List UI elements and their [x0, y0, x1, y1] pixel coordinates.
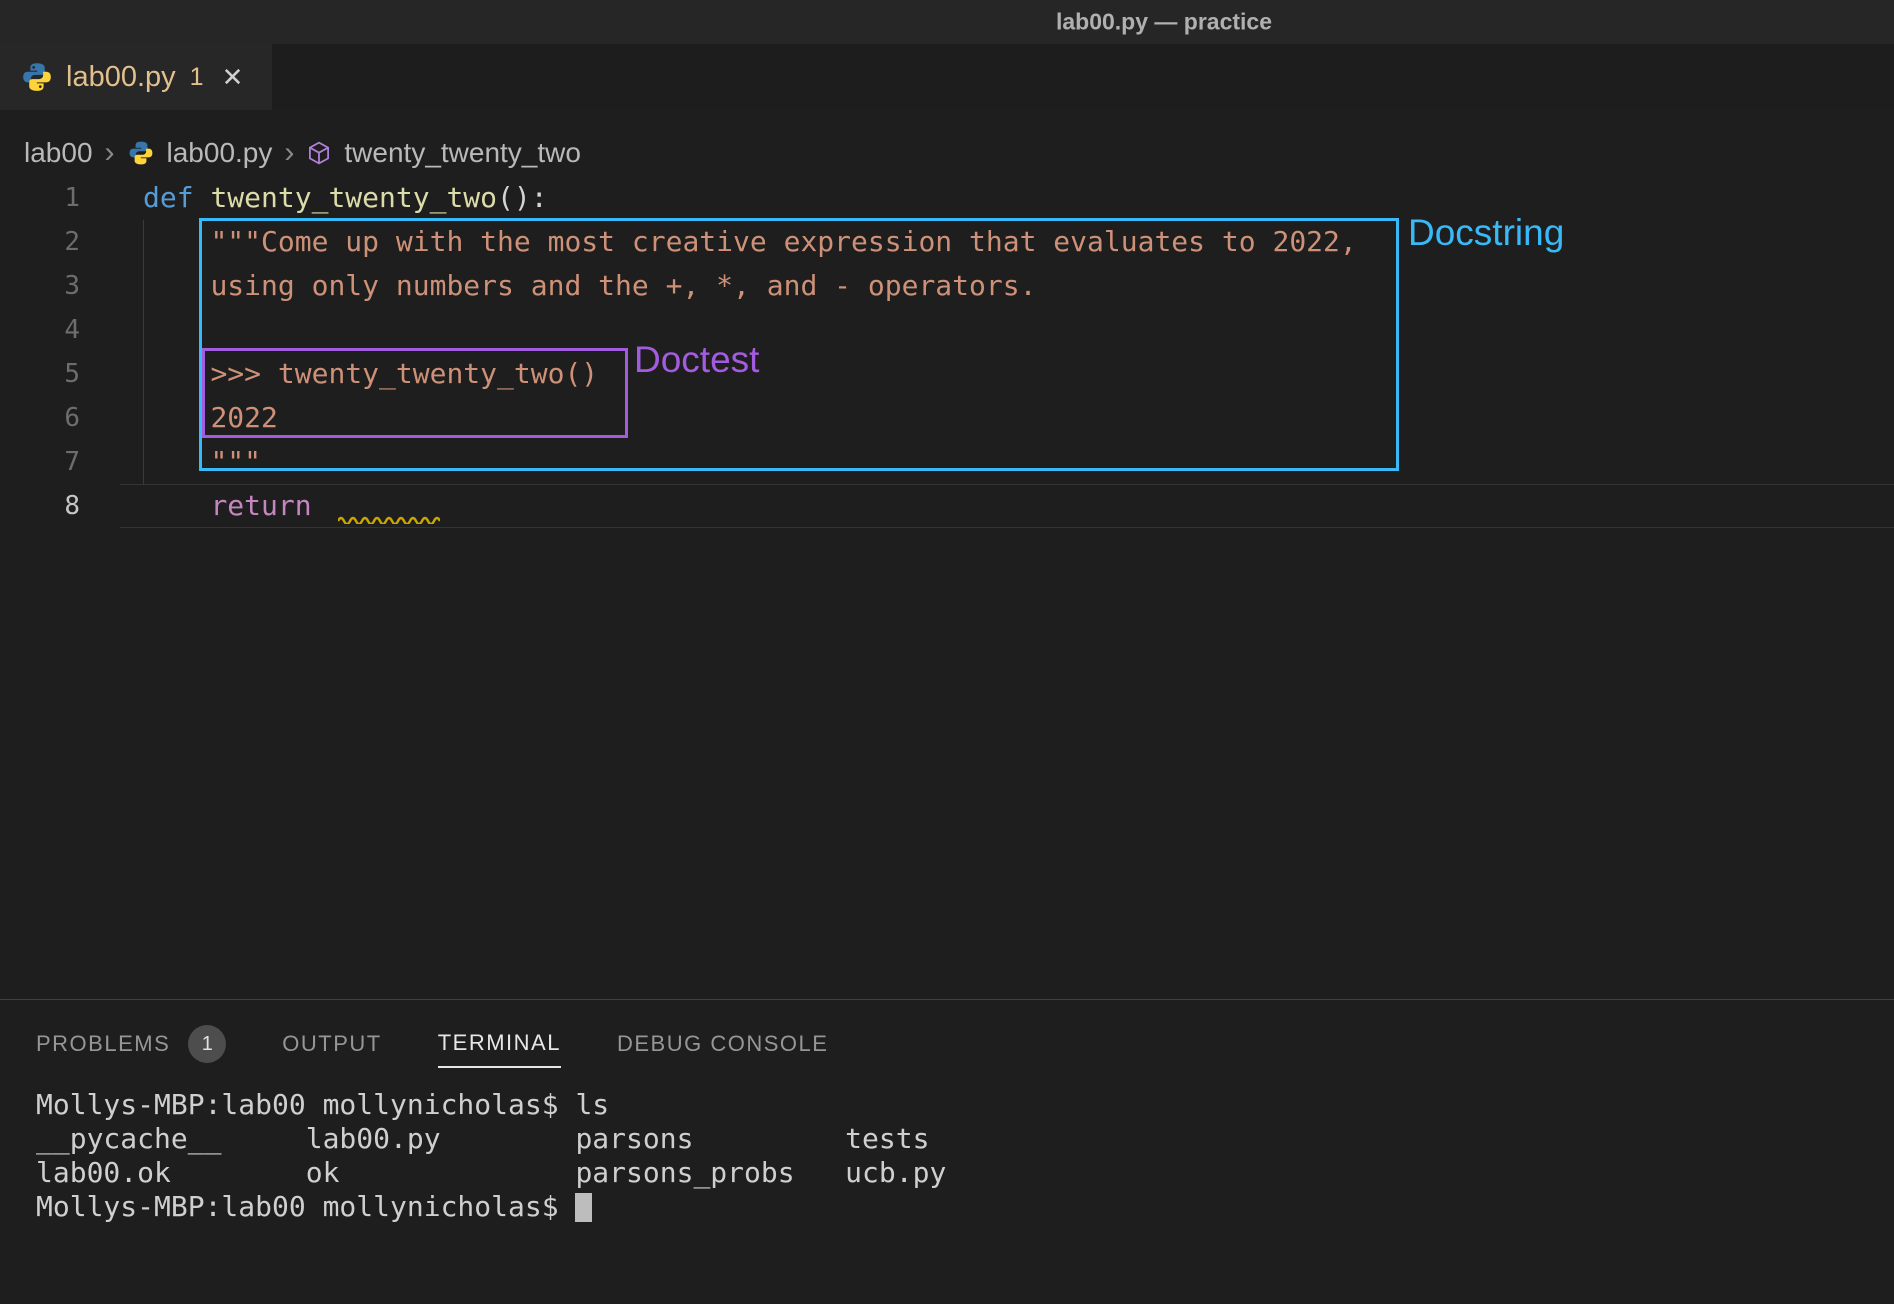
panel-tab-problems[interactable]: PROBLEMS 1 [36, 1020, 226, 1068]
code-line[interactable]: using only numbers and the +, *, and - o… [143, 264, 1894, 308]
terminal-line: lab00.ok ok parsons_probs ucb.py [36, 1156, 1894, 1190]
panel-tab-label: OUTPUT [282, 1031, 381, 1057]
code-line[interactable]: def twenty_twenty_two(): [143, 176, 1894, 220]
code-line[interactable] [143, 308, 1894, 352]
tab-label: lab00.py [66, 61, 176, 94]
code-token [143, 357, 210, 390]
code-line[interactable]: 2022 [143, 396, 1894, 440]
panel-tab-label: DEBUG CONSOLE [617, 1031, 828, 1057]
chevron-right-icon: › [284, 136, 294, 170]
panel-tab-debug-console[interactable]: DEBUG CONSOLE [617, 1020, 828, 1068]
code-token: """Come up with the most creative expres… [210, 225, 1356, 258]
tab-lab00[interactable]: lab00.py 1 ✕ [0, 44, 272, 110]
code-lines: def twenty_twenty_two(): """Come up with… [143, 176, 1894, 528]
terminal-cursor [575, 1193, 592, 1222]
panel-divider [0, 999, 1894, 1000]
code-token [143, 445, 210, 478]
line-number[interactable]: 1 [0, 176, 80, 220]
code-token: (): [497, 181, 548, 214]
code-token: >>> twenty_twenty_two() [210, 357, 598, 390]
line-number[interactable]: 8 [0, 484, 80, 528]
panel-tab-label: PROBLEMS [36, 1031, 170, 1057]
code-token [143, 225, 210, 258]
code-token [143, 401, 210, 434]
terminal-line: Mollys-MBP:lab00 mollynicholas$ [36, 1190, 1894, 1224]
panel-tab-output[interactable]: OUTPUT [282, 1020, 381, 1068]
problems-count-badge: 1 [188, 1025, 226, 1063]
code-token: twenty_twenty_two [210, 181, 497, 214]
chevron-right-icon: › [105, 136, 115, 170]
code-line[interactable]: """ [143, 440, 1894, 484]
line-number[interactable]: 4 [0, 308, 80, 352]
gutter: 12345678 [0, 176, 80, 528]
breadcrumb-folder[interactable]: lab00 [24, 137, 93, 169]
line-number[interactable]: 7 [0, 440, 80, 484]
terminal[interactable]: Mollys-MBP:lab00 mollynicholas$ ls__pyca… [36, 1088, 1894, 1224]
terminal-line: Mollys-MBP:lab00 mollynicholas$ ls [36, 1088, 1894, 1122]
code-token [143, 269, 210, 302]
code-token: return [210, 489, 328, 522]
code-token [143, 489, 210, 522]
line-number[interactable]: 2 [0, 220, 80, 264]
python-icon [127, 139, 155, 167]
panel-tab-bar: PROBLEMS 1 OUTPUT TERMINAL DEBUG CONSOLE [36, 1020, 828, 1068]
panel-tab-label: TERMINAL [438, 1030, 561, 1056]
warning-squiggle [338, 514, 440, 524]
code-line[interactable]: >>> twenty_twenty_two() [143, 352, 1894, 396]
window-title: lab00.py — practice [1056, 9, 1272, 36]
line-number[interactable]: 5 [0, 352, 80, 396]
code-line[interactable]: """Come up with the most creative expres… [143, 220, 1894, 264]
vscode-window: { "titlebar": { "title": "lab00.py — pra… [0, 0, 1894, 1304]
python-icon [20, 60, 54, 94]
close-icon[interactable]: ✕ [222, 62, 244, 93]
tab-badge: 1 [190, 63, 204, 92]
code-token: using only numbers and the +, *, and - o… [210, 269, 1036, 302]
breadcrumb-symbol[interactable]: twenty_twenty_two [344, 137, 581, 169]
titlebar: lab00.py — practice [0, 0, 1894, 44]
breadcrumb: lab00 › lab00.py › twenty_twenty_two [24, 128, 581, 178]
code-token: 2022 [210, 401, 277, 434]
terminal-line: __pycache__ lab00.py parsons tests [36, 1122, 1894, 1156]
code-token: """ [210, 445, 261, 478]
symbol-cube-icon [306, 140, 332, 166]
line-number[interactable]: 6 [0, 396, 80, 440]
code-token: def [143, 181, 210, 214]
panel-tab-terminal[interactable]: TERMINAL [438, 1020, 561, 1068]
breadcrumb-file[interactable]: lab00.py [167, 137, 273, 169]
line-number[interactable]: 3 [0, 264, 80, 308]
editor[interactable]: 12345678 def twenty_twenty_two(): """Com… [0, 176, 1894, 956]
tab-strip: lab00.py 1 ✕ [0, 44, 1894, 110]
